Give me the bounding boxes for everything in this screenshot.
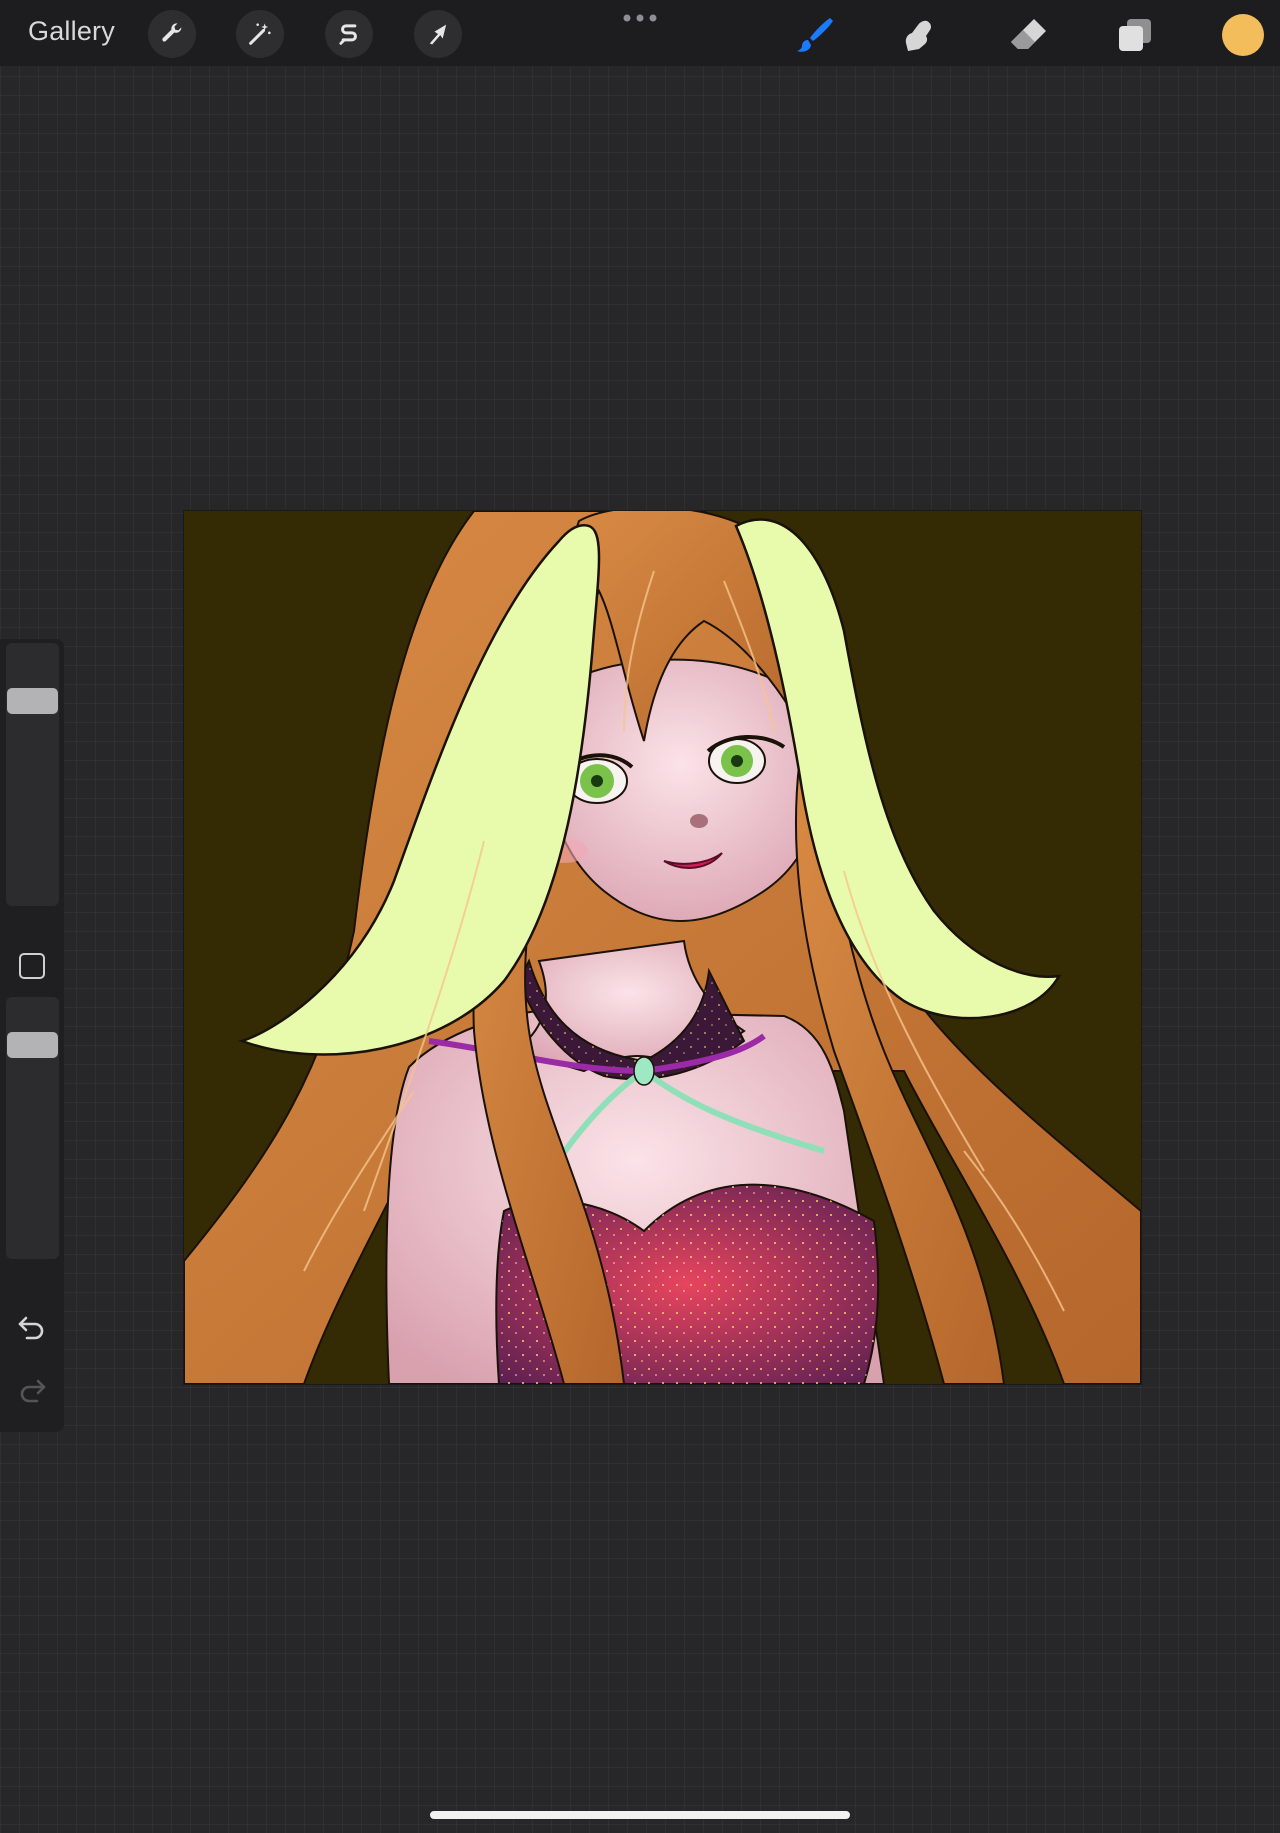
gallery-button[interactable]: Gallery: [28, 16, 115, 47]
brush-size-thumb[interactable]: [7, 688, 58, 714]
arrow-cursor-icon[interactable]: [414, 10, 462, 58]
brush-icon[interactable]: [791, 12, 837, 58]
undo-arrow-icon[interactable]: [17, 1315, 47, 1341]
brush-size-slider[interactable]: [6, 643, 59, 906]
magic-wand-icon[interactable]: [236, 10, 284, 58]
opacity-thumb[interactable]: [7, 1032, 58, 1058]
wrench-icon[interactable]: [148, 10, 196, 58]
left-sidebar: [0, 639, 64, 1432]
more-dots-icon[interactable]: [622, 13, 658, 23]
layers-icon[interactable]: [1112, 12, 1158, 58]
square-modify-icon[interactable]: [19, 953, 45, 979]
smudge-finger-icon[interactable]: [897, 12, 943, 58]
character-illustration: [184, 511, 1141, 1384]
opacity-slider[interactable]: [6, 997, 59, 1259]
selection-s-icon[interactable]: [325, 10, 373, 58]
color-swatch[interactable]: [1222, 14, 1264, 56]
top-toolbar: Gallery: [0, 0, 1280, 66]
home-indicator[interactable]: [430, 1811, 850, 1819]
redo-arrow-icon[interactable]: [17, 1378, 47, 1404]
drawing-canvas[interactable]: [184, 511, 1141, 1384]
eraser-icon[interactable]: [1005, 12, 1051, 58]
